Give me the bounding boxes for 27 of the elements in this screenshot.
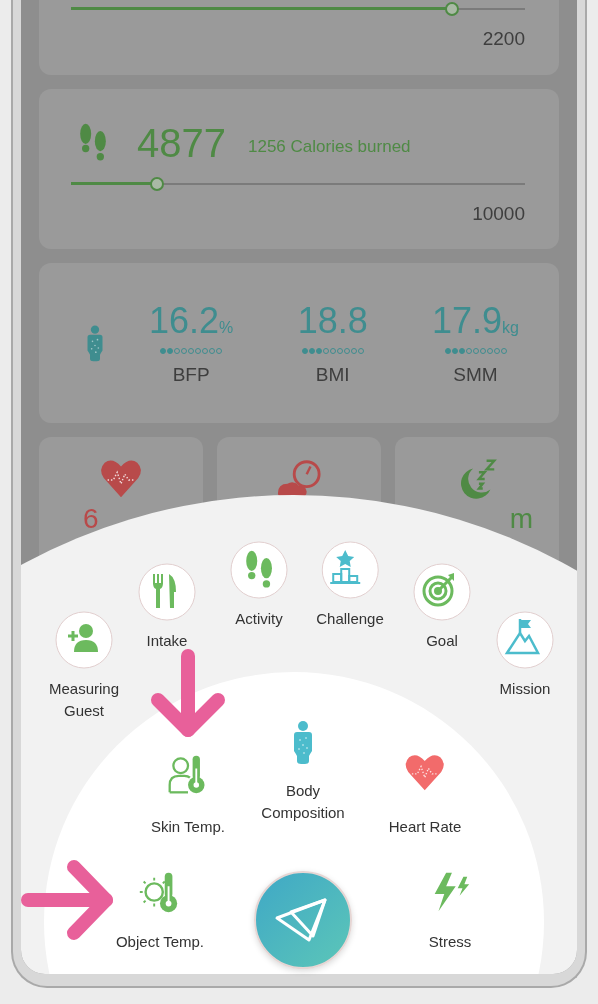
slider-thumb[interactable] [445,2,460,16]
menu-item[interactable]: Intake [138,563,196,652]
metric-value: 16.2% [149,300,234,342]
tile-value: m [509,503,533,535]
metric-value: 17.9kg [432,300,519,342]
metric-label: BFP [172,364,210,386]
goal-value: 10000 [472,203,525,225]
step-count: 4877 [137,120,226,166]
menu-item[interactable]: Body Composition [258,718,348,824]
menu-item[interactable]: Object Temp. [115,869,205,953]
menu-item[interactable]: Skin Temp. [151,752,225,838]
menu-item[interactable]: Stress [427,869,473,953]
slider-thumb[interactable] [150,177,165,191]
slider-track[interactable] [71,2,525,16]
menu-item[interactable]: Measuring Guest [39,611,129,722]
menu-item[interactable]: Activity [230,541,288,630]
menu-item[interactable]: Mission [496,611,554,700]
menu-item[interactable]: Heart Rate [388,750,462,838]
metric-label: SMM [453,364,498,386]
metric-value: 18.8 [297,300,368,342]
slider-track[interactable] [71,177,525,191]
tile-value: 6 [83,503,99,535]
goal-value: 2200 [482,28,525,50]
calories-text: 1256 Calories burned [248,137,411,157]
menu-item[interactable]: Goal [413,563,471,652]
metric-label: BMI [315,364,350,386]
menu-item[interactable]: Challenge [316,541,384,630]
